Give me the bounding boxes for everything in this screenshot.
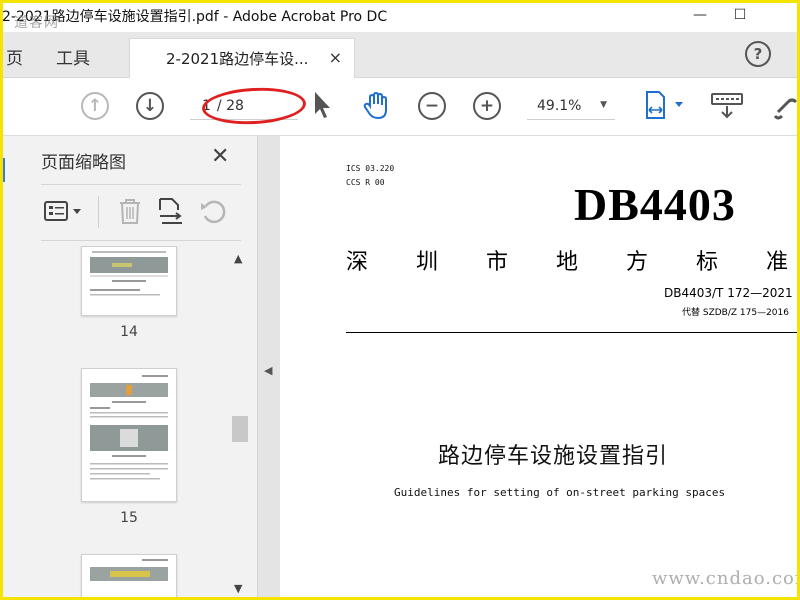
thumbnail-scrollbar[interactable]: ▲ ▼ <box>232 248 248 597</box>
document-tab[interactable]: 2-2021路边停车设... × <box>129 38 355 78</box>
tool-divider <box>98 196 99 228</box>
scroll-down-arrow[interactable]: ▼ <box>234 582 242 595</box>
toolbar: ↑ ↓ 1 / 28 − + 49.1% ▼ <box>0 78 800 136</box>
site-watermark: www.cndao.com <box>652 568 800 589</box>
zoom-in-button[interactable]: + <box>473 92 501 120</box>
watermark-logo: 道客网 <box>14 15 59 31</box>
close-icon[interactable]: ✕ <box>211 144 229 169</box>
ccs-code: CCS R 00 <box>346 178 385 187</box>
zoom-value: 49.1% <box>537 97 582 114</box>
close-tab-icon[interactable]: × <box>329 48 342 67</box>
thumbnail-page-number: 14 <box>120 324 138 340</box>
minimize-button[interactable]: — <box>685 4 715 26</box>
zoom-level-select[interactable]: 49.1% ▼ <box>527 92 615 120</box>
page-thumbnail[interactable] <box>81 554 177 597</box>
ics-code: ICS 03.220 <box>346 164 395 173</box>
pane-title: 页面缩略图 <box>41 153 126 173</box>
window-title: 2-2021路边停车设施设置指引.pdf - Adobe Acrobat Pro… <box>2 9 388 25</box>
standard-type-char: 圳 <box>416 250 439 275</box>
standard-type-char: 方 <box>626 250 649 275</box>
db-code: DB4403 <box>574 179 736 230</box>
pane-grip[interactable] <box>3 158 9 182</box>
fit-page-icon[interactable] <box>644 90 686 126</box>
divider <box>41 184 241 185</box>
select-arrow-icon[interactable] <box>312 90 332 124</box>
insert-page-icon[interactable] <box>156 196 186 230</box>
document-title-cn: 路边停车设施设置指引 <box>438 444 669 469</box>
document-tab-label: 2-2021路边停车设... <box>166 50 309 68</box>
maximize-button[interactable]: ☐ <box>725 4 755 26</box>
hand-tool-icon[interactable] <box>361 90 393 126</box>
undo-rotate-icon[interactable] <box>198 196 228 230</box>
standard-number: DB4403/T 172—2021 <box>664 286 793 300</box>
pane-collapse-strip[interactable]: ◀ <box>258 136 280 597</box>
keyboard-icon[interactable] <box>710 90 744 126</box>
chevron-down-icon[interactable]: ▼ <box>600 100 607 110</box>
document-title-en: Guidelines for setting of on-street park… <box>394 486 726 499</box>
thumbnail-list: 14 15 <box>41 246 229 597</box>
delete-icon[interactable] <box>116 196 144 230</box>
scroll-thumb[interactable] <box>232 416 248 442</box>
divider <box>41 240 241 241</box>
thumbnail-pane: 页面缩略图 ✕ 14 15 ▲ ▼ <box>3 136 258 597</box>
next-page-button[interactable]: ↓ <box>136 92 164 120</box>
collapse-pane-icon[interactable]: ◀ <box>264 364 272 377</box>
scroll-up-arrow[interactable]: ▲ <box>234 252 242 265</box>
standard-type-char: 准 <box>766 250 789 275</box>
thumbnail-options-icon[interactable] <box>43 196 85 230</box>
tab-tools[interactable]: 工具 <box>56 44 90 69</box>
link-icon[interactable] <box>773 90 798 126</box>
header-rule <box>346 332 797 333</box>
help-button[interactable]: ? <box>745 41 771 67</box>
tab-home[interactable]: 页 <box>6 44 23 69</box>
previous-page-button[interactable]: ↑ <box>81 92 109 120</box>
thumbnail-page-number: 15 <box>120 510 138 526</box>
zoom-out-button[interactable]: − <box>418 92 446 120</box>
page-thumbnail[interactable] <box>81 368 177 502</box>
supersedes-note: 代替 SZDB/Z 175—2016 <box>682 308 789 318</box>
title-bar: 2-2021路边停车设施设置指引.pdf - Adobe Acrobat Pro… <box>0 0 800 32</box>
standard-type-char: 市 <box>486 250 509 275</box>
standard-type-char: 地 <box>556 250 579 275</box>
document-view[interactable]: ICS 03.220 CCS R 00 DB4403 深 圳 市 地 方 标 准… <box>280 136 797 597</box>
standard-type-char: 标 <box>696 250 719 275</box>
page-thumbnail[interactable] <box>81 246 177 316</box>
standard-type-char: 深 <box>346 250 369 275</box>
tab-bar: 页 工具 2-2021路边停车设... × <box>0 32 800 78</box>
